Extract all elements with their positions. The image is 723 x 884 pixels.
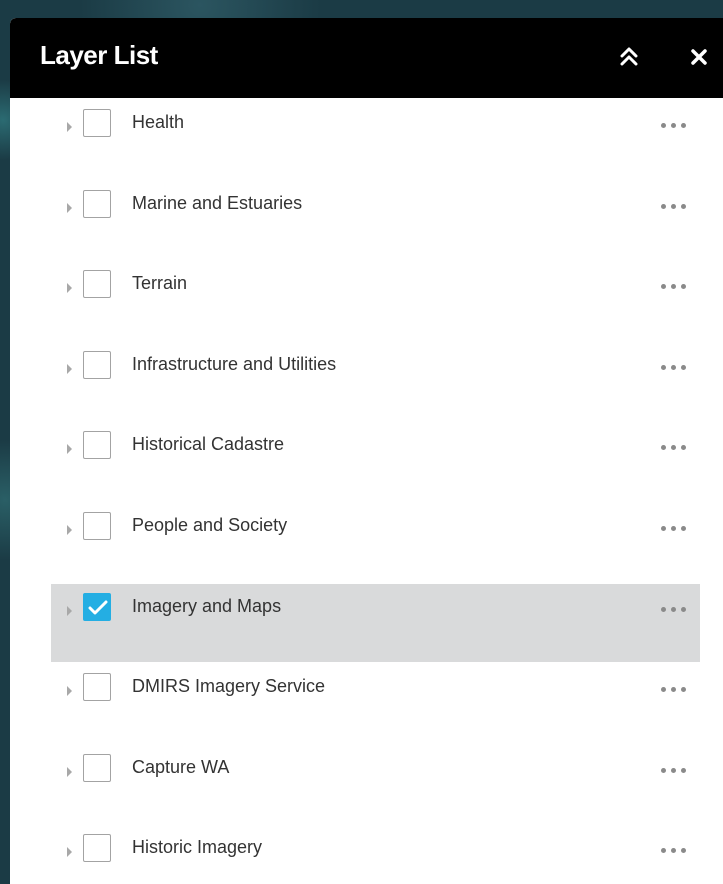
checkmark-icon: [88, 600, 108, 615]
expand-caret-icon[interactable]: [64, 763, 78, 779]
panel-title: Layer List: [40, 40, 158, 70]
expand-caret-icon[interactable]: [64, 843, 78, 859]
expand-caret-icon[interactable]: [64, 279, 78, 295]
more-options-icon[interactable]: [657, 763, 693, 777]
layer-row[interactable]: DMIRS Imagery Service: [10, 662, 723, 743]
expand-caret-icon[interactable]: [64, 682, 78, 698]
layer-row[interactable]: Capture WA: [10, 743, 723, 824]
layer-label[interactable]: Terrain: [132, 273, 187, 294]
more-options-icon[interactable]: [657, 682, 693, 696]
expand-caret-icon[interactable]: [64, 521, 78, 537]
layer-label[interactable]: DMIRS Imagery Service: [132, 676, 325, 697]
layer-visibility-checkbox[interactable]: [83, 109, 111, 137]
more-options-icon[interactable]: [657, 440, 693, 454]
layer-visibility-checkbox[interactable]: [83, 511, 111, 540]
layer-label[interactable]: Infrastructure and Utilities: [132, 354, 336, 375]
more-options-icon[interactable]: [657, 521, 693, 535]
expand-caret-icon[interactable]: [64, 440, 78, 456]
layer-visibility-checkbox[interactable]: [83, 189, 111, 218]
more-options-icon[interactable]: [657, 602, 693, 616]
layer-label[interactable]: People and Society: [132, 515, 287, 536]
layer-label[interactable]: Marine and Estuaries: [132, 193, 302, 214]
more-options-icon[interactable]: [657, 118, 693, 132]
layer-list: Health Marine and Estuaries Terrain Infrast…: [10, 98, 723, 884]
layer-visibility-checkbox[interactable]: [83, 673, 111, 702]
layer-row[interactable]: People and Society: [10, 501, 723, 582]
close-button[interactable]: [684, 42, 714, 72]
layer-label[interactable]: Historical Cadastre: [132, 434, 284, 455]
layer-visibility-checkbox[interactable]: [83, 592, 111, 621]
layer-label[interactable]: Health: [132, 112, 184, 133]
layer-row[interactable]: Health: [10, 98, 723, 179]
layer-visibility-checkbox[interactable]: [83, 431, 111, 460]
more-options-icon[interactable]: [657, 843, 693, 857]
layer-row[interactable]: Terrain: [10, 259, 723, 340]
close-icon: [691, 49, 707, 65]
expand-caret-icon[interactable]: [64, 199, 78, 215]
layer-row[interactable]: Infrastructure and Utilities: [10, 340, 723, 421]
expand-caret-icon[interactable]: [64, 118, 78, 134]
panel-header: Layer List: [10, 18, 723, 98]
layer-list-panel: Layer List Health Marine and Estuaries Ter…: [10, 18, 723, 884]
expand-caret-icon[interactable]: [64, 360, 78, 376]
more-options-icon[interactable]: [657, 199, 693, 213]
collapse-button[interactable]: [614, 42, 644, 72]
double-chevron-up-icon: [620, 47, 638, 66]
layer-row[interactable]: Imagery and Maps: [10, 582, 723, 663]
layer-label[interactable]: Historic Imagery: [132, 837, 262, 858]
layer-row[interactable]: Marine and Estuaries: [10, 179, 723, 260]
layer-visibility-checkbox[interactable]: [83, 834, 111, 863]
layer-row[interactable]: Historical Cadastre: [10, 420, 723, 501]
layer-visibility-checkbox[interactable]: [83, 350, 111, 379]
more-options-icon[interactable]: [657, 279, 693, 293]
layer-visibility-checkbox[interactable]: [83, 270, 111, 299]
layer-row[interactable]: Historic Imagery: [10, 823, 723, 884]
layer-label[interactable]: Capture WA: [132, 757, 229, 778]
layer-label[interactable]: Imagery and Maps: [132, 596, 281, 617]
more-options-icon[interactable]: [657, 360, 693, 374]
layer-visibility-checkbox[interactable]: [83, 753, 111, 782]
expand-caret-icon[interactable]: [64, 602, 78, 618]
